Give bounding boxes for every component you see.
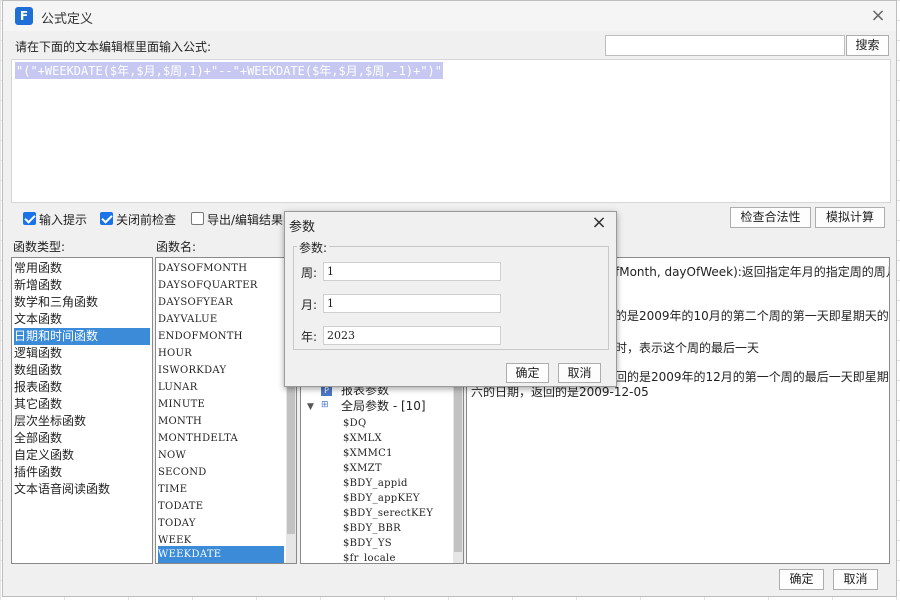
- function-type-item[interactable]: 数学和三角函数: [14, 294, 150, 311]
- function-type-item[interactable]: 常用函数: [14, 260, 150, 277]
- function-type-item[interactable]: 插件函数: [14, 464, 150, 481]
- ok-button[interactable]: 确定: [779, 569, 824, 590]
- param-ok-button[interactable]: 确定: [506, 363, 549, 383]
- function-type-item[interactable]: 自定义函数: [14, 447, 150, 464]
- description-line: 的是2009年的10月的第二个周的第一天即星期天的: [615, 309, 889, 323]
- dialog-title: 公式定义: [41, 12, 94, 27]
- function-name-item[interactable]: DAYSOFYEAR: [158, 294, 284, 311]
- week-input[interactable]: 1: [323, 262, 501, 281]
- simulate-button[interactable]: 模拟计算: [815, 207, 885, 228]
- month-input[interactable]: 1: [323, 294, 501, 313]
- week-label: 周:: [301, 266, 318, 280]
- formula-prompt-label: 请在下面的文本编辑框里面输入公式:: [15, 40, 212, 54]
- function-name-list: DAYSOFMONTH DAYSOFQUARTER DAYSOFYEAR DAY…: [155, 257, 297, 564]
- function-name-item[interactable]: TODATE: [158, 498, 284, 515]
- formula-editor[interactable]: "("+WEEKDATE($年,$月,$周,1)+"--"+WEEKDATE($…: [11, 59, 891, 203]
- dialog-titlebar: F 公式定义 ×: [3, 1, 896, 31]
- function-name-header: 函数名:: [156, 240, 197, 254]
- year-input[interactable]: 2023: [323, 326, 501, 345]
- param-item[interactable]: $fr_locale: [343, 550, 396, 563]
- param-dialog-title: 参数: [289, 220, 316, 235]
- function-name-item[interactable]: TIME: [158, 481, 284, 498]
- function-type-item[interactable]: 全部函数: [14, 430, 150, 447]
- description-line: 时，表示这个周的最后一天: [615, 341, 760, 355]
- export-result-label: 导出/编辑结果: [207, 213, 284, 227]
- param-group-label: 参数:: [297, 239, 330, 256]
- description-line: fMonth, dayOfWeek):返回指定年月的指定周的周几: [615, 265, 890, 279]
- function-type-item[interactable]: 层次坐标函数: [14, 413, 150, 430]
- expand-arrow-icon[interactable]: ▼: [307, 402, 314, 412]
- function-name-item[interactable]: SECOND: [158, 464, 284, 481]
- close-icon[interactable]: ×: [866, 4, 890, 28]
- function-type-item[interactable]: 文本函数: [14, 311, 150, 328]
- function-name-item[interactable]: DAYSOFMONTH: [158, 260, 284, 277]
- function-type-item[interactable]: 新增函数: [14, 277, 150, 294]
- parameter-dialog: 参数 × 参数: 周: 1 月: 1 年: 2023 确定 取消: [284, 211, 617, 387]
- function-name-item[interactable]: HOUR: [158, 345, 284, 362]
- function-name-item[interactable]: MINUTE: [158, 396, 284, 413]
- search-button[interactable]: 搜索: [846, 35, 889, 56]
- function-name-item[interactable]: MONTHDELTA: [158, 430, 284, 447]
- function-name-item[interactable]: TODAY: [158, 515, 284, 532]
- search-input[interactable]: [605, 35, 845, 56]
- input-hint-label: 输入提示: [39, 213, 88, 227]
- app-logo-icon: F: [15, 7, 33, 25]
- function-name-item[interactable]: ISWORKDAY: [158, 362, 284, 379]
- param-cancel-button[interactable]: 取消: [558, 363, 601, 383]
- check-validity-button[interactable]: 检查合法性: [730, 207, 811, 228]
- function-name-item[interactable]: DAYSOFQUARTER: [158, 277, 284, 294]
- export-result-checkbox[interactable]: [191, 212, 204, 225]
- function-type-item[interactable]: 逻辑函数: [14, 345, 150, 362]
- function-name-item[interactable]: ENDOFMONTH: [158, 328, 284, 345]
- function-name-item[interactable]: DAYVALUE: [158, 311, 284, 328]
- function-type-item[interactable]: 数组函数: [14, 362, 150, 379]
- check-on-close-label: 关闭前检查: [116, 213, 177, 227]
- function-type-list: 常用函数 新增函数 数学和三角函数 文本函数 日期和时间函数 逻辑函数 数组函数…: [11, 257, 153, 564]
- function-name-item[interactable]: LUNAR: [158, 379, 284, 396]
- function-name-item-selected[interactable]: WEEKDATE: [158, 546, 284, 563]
- month-label: 月:: [301, 298, 318, 312]
- year-label: 年:: [301, 330, 318, 344]
- formula-text[interactable]: "("+WEEKDATE($年,$月,$周,1)+"--"+WEEKDATE($…: [15, 62, 444, 79]
- function-type-header: 函数类型:: [13, 240, 66, 254]
- check-on-close-checkbox[interactable]: [100, 212, 113, 225]
- global-params-node[interactable]: 全局参数 - [10]: [341, 398, 426, 415]
- global-params-icon: ⊞: [321, 400, 329, 410]
- function-type-item[interactable]: 文本语音阅读函数: [14, 481, 150, 498]
- function-type-item-selected[interactable]: 日期和时间函数: [14, 328, 150, 345]
- function-type-item[interactable]: 报表函数: [14, 379, 150, 396]
- input-hint-checkbox[interactable]: [23, 212, 36, 225]
- close-icon[interactable]: ×: [588, 212, 610, 234]
- cancel-button[interactable]: 取消: [833, 569, 878, 590]
- description-line: 回的是2009年的12月的第一个周的最后一天即星期: [615, 370, 889, 384]
- function-name-item[interactable]: NOW: [158, 447, 284, 464]
- function-name-item[interactable]: MONTH: [158, 413, 284, 430]
- function-type-item[interactable]: 其它函数: [14, 396, 150, 413]
